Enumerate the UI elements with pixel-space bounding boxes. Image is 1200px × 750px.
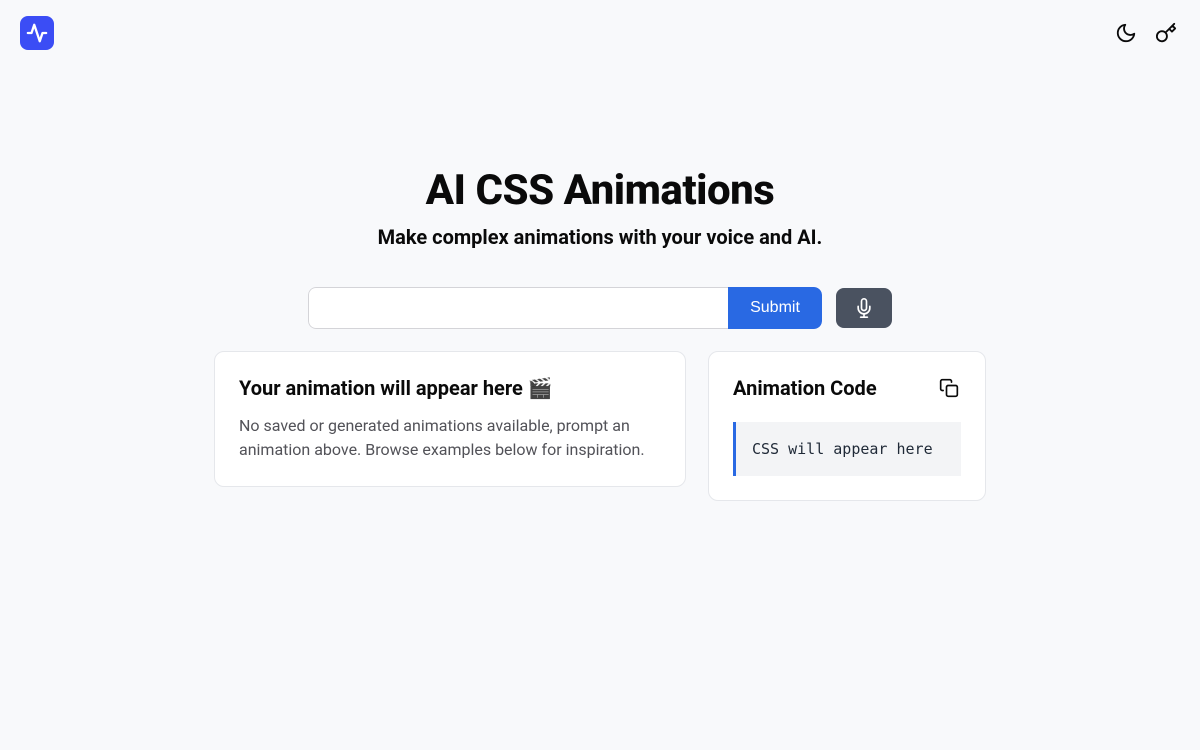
- header-actions: [1112, 19, 1180, 47]
- theme-toggle-button[interactable]: [1112, 19, 1140, 47]
- prompt-input-group: Submit: [308, 287, 822, 329]
- moon-icon: [1115, 22, 1137, 44]
- voice-input-button[interactable]: [836, 288, 892, 328]
- copy-code-button[interactable]: [937, 376, 961, 400]
- preview-card-description: No saved or generated animations availab…: [239, 414, 661, 462]
- app-logo[interactable]: [20, 16, 54, 50]
- cards-row: Your animation will appear here 🎬 No sav…: [214, 351, 986, 501]
- code-block: CSS will appear here: [733, 422, 961, 476]
- api-key-button[interactable]: [1152, 19, 1180, 47]
- page-subtitle: Make complex animations with your voice …: [378, 225, 823, 249]
- microphone-icon: [854, 298, 874, 318]
- page-title: AI CSS Animations: [426, 166, 775, 215]
- preview-card: Your animation will appear here 🎬 No sav…: [214, 351, 686, 487]
- prompt-input-row: Submit: [308, 287, 892, 329]
- copy-icon: [939, 378, 959, 398]
- prompt-input[interactable]: [308, 287, 728, 329]
- submit-button[interactable]: Submit: [728, 287, 822, 329]
- key-icon: [1155, 22, 1177, 44]
- code-card-header: Animation Code: [733, 376, 961, 400]
- activity-icon: [26, 22, 48, 44]
- code-card: Animation Code CSS will appear here: [708, 351, 986, 501]
- preview-card-title: Your animation will appear here 🎬: [239, 376, 661, 400]
- code-card-title: Animation Code: [733, 376, 877, 400]
